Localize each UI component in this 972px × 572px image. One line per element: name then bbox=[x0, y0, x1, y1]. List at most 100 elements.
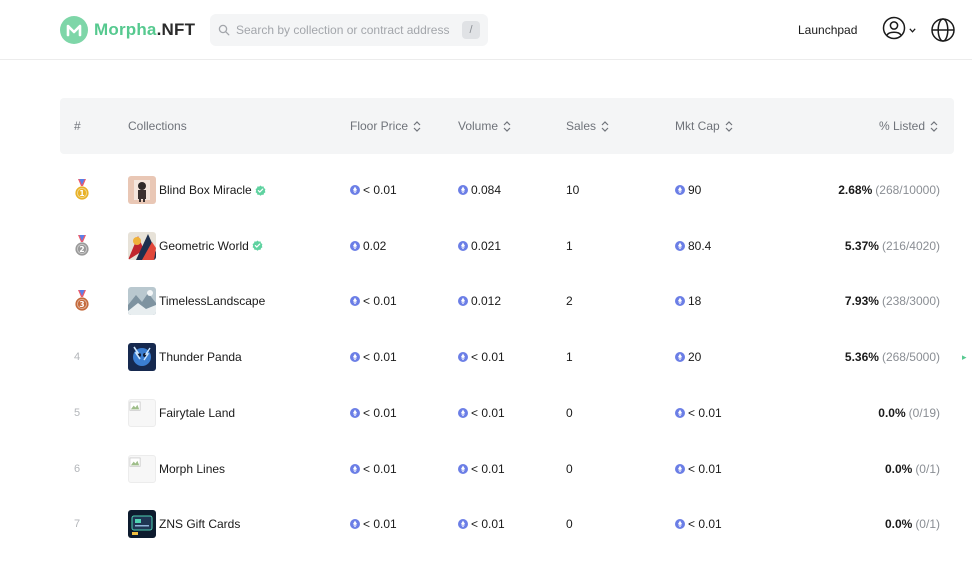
mkt-cap-value: 90 bbox=[688, 183, 702, 197]
search-input[interactable]: Search by collection or contract address… bbox=[210, 14, 488, 46]
eth-icon bbox=[350, 407, 360, 418]
sales-value: 10 bbox=[566, 183, 580, 197]
listed-fraction: (0/19) bbox=[908, 405, 940, 420]
floor-price-value: < 0.01 bbox=[363, 183, 397, 197]
collection-cell[interactable]: Morph Lines bbox=[128, 441, 225, 497]
table-row[interactable]: 2 Geometric World 0.02 0.021 1 80.4 5.37% (216/… bbox=[60, 218, 954, 274]
sort-icon bbox=[601, 120, 609, 132]
launchpad-link[interactable]: Launchpad bbox=[798, 23, 857, 37]
sales-value: 1 bbox=[566, 350, 573, 365]
floor-price-cell: < 0.01 bbox=[350, 273, 397, 329]
listed-percent: 5.36% bbox=[844, 350, 879, 365]
sales-value: 0 bbox=[566, 405, 573, 420]
listed-cell: 2.68% (268/10000) bbox=[800, 162, 940, 218]
collection-thumbnail bbox=[128, 231, 156, 260]
search-icon bbox=[218, 24, 230, 36]
collection-name: TimelessLandscape bbox=[159, 294, 266, 309]
collection-thumbnail bbox=[128, 510, 156, 539]
volume-value: < 0.01 bbox=[471, 517, 505, 532]
user-icon bbox=[882, 16, 906, 45]
header-mkt-cap[interactable]: Mkt Cap bbox=[675, 98, 733, 154]
rank-number: 5 bbox=[74, 406, 81, 419]
listed-cell: 5.37% (216/4020) bbox=[800, 218, 940, 274]
svg-text:2: 2 bbox=[79, 245, 84, 254]
listed-percent: 0.0% bbox=[884, 461, 913, 476]
floor-price-value: 0.02 bbox=[363, 238, 387, 253]
eth-icon bbox=[675, 463, 685, 474]
search-shortcut-key: / bbox=[462, 21, 480, 39]
eth-icon bbox=[350, 463, 360, 474]
table-row[interactable]: 5 Fairytale Land < 0.01 < 0.01 0 < 0.01 0.0% (0… bbox=[60, 385, 954, 441]
sales-cell: 1 bbox=[566, 329, 573, 385]
listed-fraction: (238/3000) bbox=[881, 294, 940, 309]
eth-icon bbox=[675, 352, 685, 363]
collection-thumbnail bbox=[128, 176, 156, 204]
language-button[interactable] bbox=[930, 17, 956, 43]
mkt-cap-value: 20 bbox=[688, 350, 702, 365]
brand-name-part2: .NFT bbox=[156, 20, 196, 39]
floor-price-cell: < 0.01 bbox=[350, 385, 397, 441]
listed-percent: 0.0% bbox=[884, 517, 913, 532]
sales-value: 1 bbox=[566, 238, 573, 253]
eth-icon bbox=[675, 240, 685, 251]
rank-cell: 7 bbox=[74, 496, 80, 552]
collection-cell[interactable]: ZNS Gift Cards bbox=[128, 496, 240, 552]
header-volume[interactable]: Volume bbox=[458, 98, 511, 154]
rank-cell: 5 bbox=[74, 385, 80, 441]
listed-percent: 2.68% bbox=[838, 183, 873, 197]
mkt-cap-cell: 80.4 bbox=[675, 218, 711, 274]
collection-cell[interactable]: Blind Box Miracle bbox=[128, 162, 266, 218]
eth-icon bbox=[458, 407, 468, 418]
mkt-cap-cell: < 0.01 bbox=[675, 496, 722, 552]
mkt-cap-cell: 18 bbox=[675, 273, 701, 329]
eth-icon bbox=[675, 296, 685, 307]
brand-logo[interactable]: Morpha.NFT bbox=[60, 15, 195, 45]
eth-icon bbox=[458, 296, 468, 307]
mkt-cap-value: < 0.01 bbox=[688, 461, 722, 476]
header-listed[interactable]: % Listed bbox=[879, 98, 938, 154]
table-row[interactable]: 7 ZNS Gift Cards < 0.01 < 0.01 0 < 0.01 0.0% (0… bbox=[60, 496, 954, 552]
floor-price-cell: < 0.01 bbox=[350, 162, 397, 218]
listed-percent: 7.93% bbox=[844, 294, 879, 309]
bronze-medal-icon: 3 bbox=[74, 290, 90, 312]
rank-number: 6 bbox=[74, 462, 81, 475]
mkt-cap-value: 80.4 bbox=[688, 238, 712, 253]
eth-icon bbox=[458, 240, 468, 251]
header-floor-price[interactable]: Floor Price bbox=[350, 98, 421, 154]
header-floor-label: Floor Price bbox=[350, 119, 409, 133]
verified-badge-icon bbox=[255, 185, 266, 196]
eth-icon bbox=[350, 240, 360, 251]
collection-cell[interactable]: TimelessLandscape bbox=[128, 273, 265, 329]
eth-icon bbox=[458, 352, 468, 363]
mkt-cap-cell: 20 bbox=[675, 329, 701, 385]
header-sales-label: Sales bbox=[566, 119, 597, 133]
mkt-cap-value: 18 bbox=[688, 294, 702, 309]
table-row[interactable]: 1 Blind Box Miracle < 0.01 0.084 10 90 2.68% (2… bbox=[60, 162, 954, 218]
collection-cell[interactable]: Geometric World bbox=[128, 218, 263, 274]
eth-icon bbox=[675, 519, 685, 530]
mkt-cap-cell: < 0.01 bbox=[675, 385, 722, 441]
sales-cell: 2 bbox=[566, 273, 573, 329]
verified-badge-icon bbox=[252, 240, 263, 251]
table-header: # Collections Floor Price Volume Sales M… bbox=[60, 98, 954, 154]
collection-cell[interactable]: Thunder Panda bbox=[128, 329, 242, 385]
svg-text:1: 1 bbox=[79, 189, 84, 198]
header-sales[interactable]: Sales bbox=[566, 98, 609, 154]
volume-cell: < 0.01 bbox=[458, 441, 505, 497]
chevron-down-icon bbox=[909, 27, 916, 33]
sort-icon bbox=[930, 120, 938, 132]
sales-cell: 1 bbox=[566, 218, 573, 274]
eth-icon bbox=[350, 519, 360, 530]
collection-cell[interactable]: Fairytale Land bbox=[128, 385, 235, 441]
floor-price-cell: 0.02 bbox=[350, 218, 386, 274]
header-volume-label: Volume bbox=[458, 119, 499, 133]
table-row[interactable]: 4 Thunder Panda < 0.01 < 0.01 1 20 5.36% (268/5… bbox=[60, 329, 954, 385]
volume-cell: < 0.01 bbox=[458, 385, 505, 441]
sort-icon bbox=[725, 120, 733, 132]
table-row[interactable]: 3 TimelessLandscape < 0.01 0.012 2 18 7.93% (23… bbox=[60, 273, 954, 329]
search-placeholder: Search by collection or contract address bbox=[236, 23, 450, 37]
eth-icon bbox=[350, 296, 360, 307]
collection-name: Fairytale Land bbox=[159, 405, 236, 420]
account-menu-button[interactable] bbox=[882, 16, 916, 45]
table-row[interactable]: 6 Morph Lines < 0.01 < 0.01 0 < 0.01 0.0% (0/1) bbox=[60, 441, 954, 497]
